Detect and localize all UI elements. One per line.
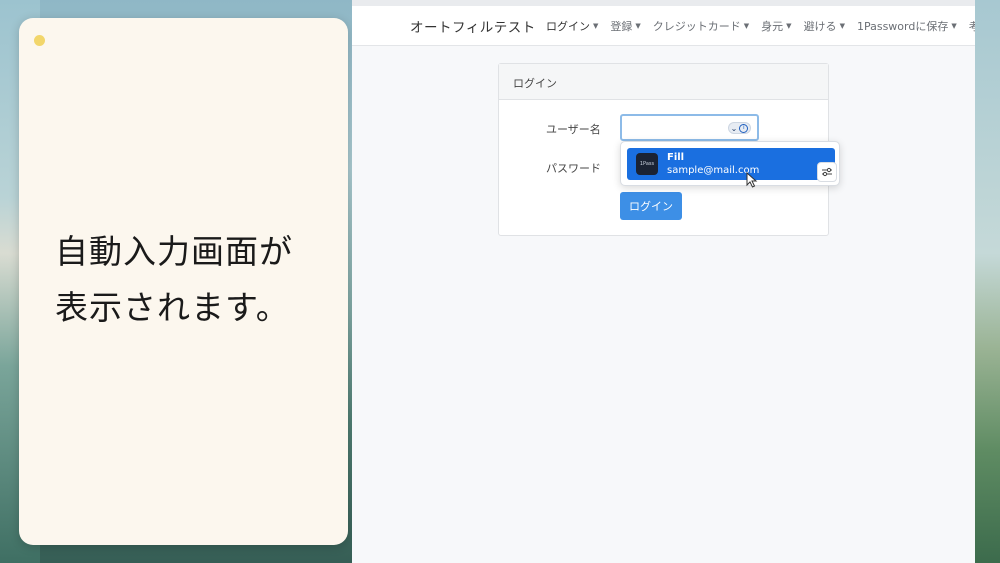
- navbar-brand[interactable]: オートフィルテスト: [410, 16, 536, 36]
- note-panel: 自動入力画面が 表示されます。: [19, 18, 348, 545]
- note-line-1: 自動入力画面が: [55, 232, 293, 271]
- chevron-down-icon: ⌄: [730, 123, 738, 133]
- 1password-autofill-popup: 1Pass Fill sample@mail.com: [620, 141, 840, 186]
- nav-item-credit-card[interactable]: クレジットカード ▼: [653, 18, 749, 34]
- caret-down-icon: ▼: [593, 22, 599, 30]
- caret-down-icon: ▼: [786, 22, 792, 30]
- 1password-icon: i: [739, 123, 749, 133]
- nav-item-register[interactable]: 登録 ▼: [610, 18, 640, 34]
- nav-item-label: 避ける: [803, 20, 837, 33]
- suggestion-title: Fill: [667, 152, 685, 163]
- note-text: 自動入力画面が 表示されます。: [55, 224, 335, 336]
- 1password-inline-button[interactable]: ⌄ i: [728, 122, 751, 134]
- nav-item-label: 1Passwordに保存: [856, 20, 949, 33]
- browser-window: オートフィルテスト ログイン ▼ 登録 ▼ クレジットカード ▼ 身元 ▼ 避ける ▼ 1…: [352, 0, 975, 563]
- navbar: オートフィルテスト ログイン ▼ 登録 ▼ クレジットカード ▼ 身元 ▼ 避ける ▼ 1…: [352, 6, 975, 46]
- caret-down-icon: ▼: [635, 22, 641, 30]
- mouse-cursor-icon: [746, 172, 758, 188]
- login-card-header: ログイン: [499, 64, 828, 100]
- 1password-logo-icon: 1Pass: [636, 153, 658, 175]
- sliders-icon[interactable]: [817, 162, 837, 182]
- nav-item-identity[interactable]: 身元 ▼: [761, 18, 791, 34]
- nav-item-avoid[interactable]: 避ける ▼: [804, 18, 845, 34]
- nav-item-truncated[interactable]: 考: [969, 18, 975, 34]
- login-button[interactable]: ログイン: [620, 192, 682, 220]
- nav-item-label: 考: [968, 20, 975, 33]
- nav-item-login[interactable]: ログイン ▼: [546, 18, 598, 34]
- autofill-suggestion[interactable]: 1Pass Fill sample@mail.com: [627, 148, 835, 180]
- nav-item-label: 身元: [761, 20, 784, 33]
- desktop-wallpaper-right: [972, 0, 1000, 563]
- nav-item-label: 登録: [610, 20, 633, 33]
- caret-down-icon: ▼: [951, 22, 957, 30]
- nav-item-label: ログイン: [546, 20, 590, 33]
- note-line-2: 表示されます。: [55, 288, 290, 327]
- username-label: ユーザー名: [546, 123, 601, 136]
- username-input[interactable]: ⌄ i: [620, 114, 759, 141]
- caret-down-icon: ▼: [743, 22, 750, 30]
- nav-item-save-1password[interactable]: 1Passwordに保存 ▼: [857, 18, 957, 34]
- note-dot: [34, 35, 45, 46]
- nav-item-label: クレジットカード: [652, 20, 741, 33]
- nav-items: ログイン ▼ 登録 ▼ クレジットカード ▼ 身元 ▼ 避ける ▼ 1Passwordに保…: [546, 18, 975, 34]
- caret-down-icon: ▼: [839, 22, 845, 30]
- password-label: パスワード: [546, 162, 601, 175]
